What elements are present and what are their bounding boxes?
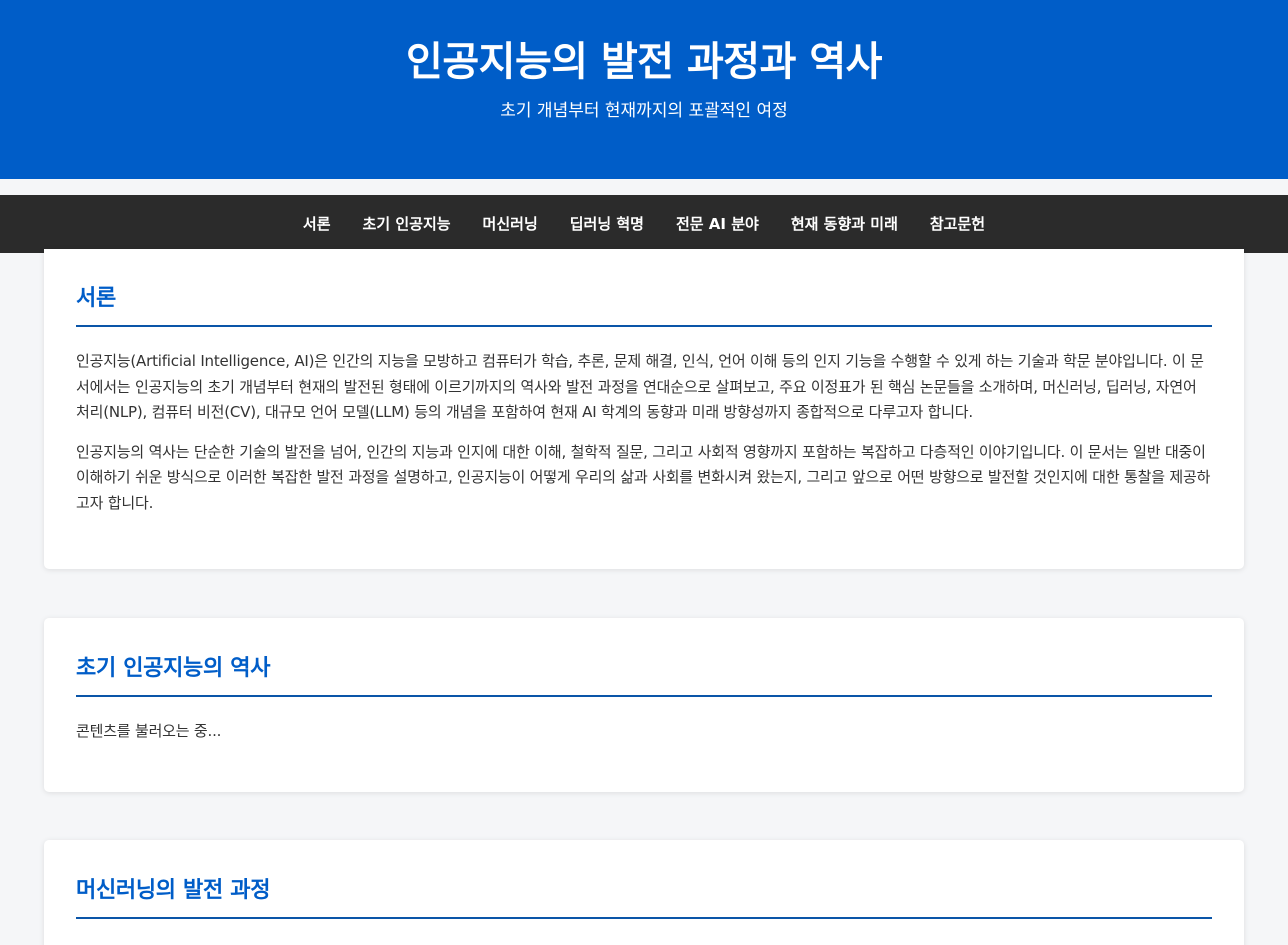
loading-text: 콘텐츠를 불러오는 중... [76,722,222,740]
section-title: 머신러닝의 발전 과정 [76,877,1212,919]
nav-item-trends-future[interactable]: 현재 동향과 미래 [791,214,898,234]
nav-item-references[interactable]: 참고문헌 [930,214,985,234]
section-paragraph: 인공지능의 역사는 단순한 기술의 발전을 넘어, 인간의 지능과 인지에 대한… [76,442,1211,512]
nav-item-intro[interactable]: 서론 [303,214,331,234]
section-intro: 서론 인공지능(Artificial Intelligence, AI)은 인간… [44,249,1244,569]
nav-item-machine-learning[interactable]: 머신러닝 [483,214,538,234]
nav-item-deep-learning[interactable]: 딥러닝 혁명 [570,214,644,234]
nav-item-early-ai[interactable]: 초기 인공지능 [363,214,451,234]
section-early-ai: 초기 인공지능의 역사 콘텐츠를 불러오는 중... [44,618,1244,792]
nav-item-specialized-ai[interactable]: 전문 AI 분야 [676,214,759,234]
section-paragraph: 인공지능(Artificial Intelligence, AI)은 인간의 지… [76,352,1204,421]
page-subtitle: 초기 개념부터 현재까지의 포괄적인 여정 [500,101,788,121]
section-title: 초기 인공지능의 역사 [76,655,1212,697]
section-machine-learning: 머신러닝의 발전 과정 [44,840,1244,945]
header-gap [0,179,1288,195]
section-title: 서론 [76,285,1212,327]
main-nav: 서론 초기 인공지능 머신러닝 딥러닝 혁명 전문 AI 분야 현재 동향과 미… [0,195,1288,253]
page-title: 인공지능의 발전 과정과 역사 [406,39,882,85]
page-header: 인공지능의 발전 과정과 역사 초기 개념부터 현재까지의 포괄적인 여정 [0,0,1288,179]
